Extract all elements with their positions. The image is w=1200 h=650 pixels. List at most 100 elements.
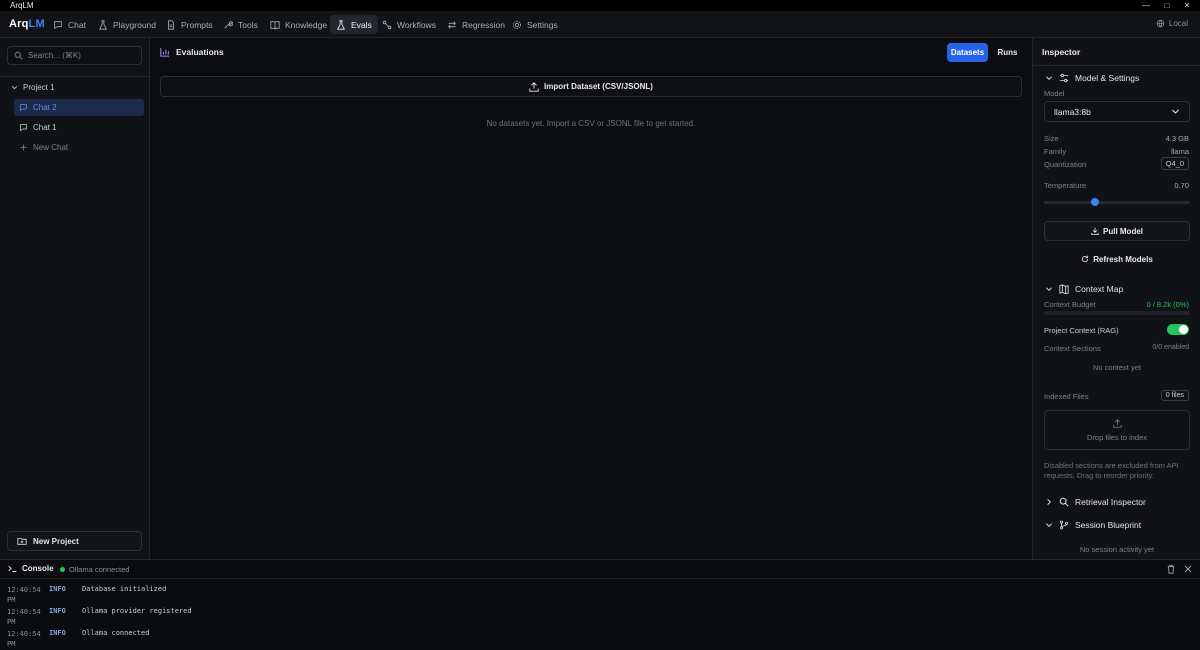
sliders-icon [1059,73,1069,83]
minimize-icon[interactable]: — [1139,0,1153,11]
logo-suffix: LM [28,18,45,30]
chat-item[interactable]: Chat 2 [14,99,144,116]
gear-icon [512,20,522,29]
console-title[interactable]: Console [8,564,54,573]
chevron-down-icon [1046,287,1052,291]
context-budget-value: 0 / 8.2k (0%) [1146,300,1189,309]
nav-prompts-label: Prompts [181,19,213,30]
page-title: Evaluations [160,47,224,57]
inspector-title: Inspector [1042,47,1081,57]
model-select[interactable]: llama3:8b [1044,101,1190,122]
temperature-value: 0.70 [1174,181,1189,190]
console-header: Console Ollama connected [0,560,1200,579]
new-project-button[interactable]: New Project [7,531,142,551]
close-icon[interactable]: ✕ [1180,0,1194,11]
connection-mode[interactable]: Local [1156,19,1188,28]
nav-settings-label: Settings [527,19,558,30]
nav-regression-label: Regression [462,19,505,30]
nav-knowledge[interactable]: Knowledge [264,15,333,34]
chat-item[interactable]: Chat 1 [14,119,144,136]
log-row: 12:40:54 PM INFO Database initialized [0,585,1200,607]
left-sidebar: Search... (⌘K) Project 1 Chat 2 Chat 1 N… [0,38,150,559]
rag-toggle[interactable] [1167,324,1189,335]
wrench-icon [224,20,233,29]
refresh-models-button[interactable]: Refresh Models [1044,249,1190,269]
trash-icon[interactable] [1166,564,1176,574]
no-context-message: No context yet [1093,363,1141,372]
project-item[interactable]: Project 1 [6,79,144,96]
import-dataset-button[interactable]: Import Dataset (CSV/JSONL) [160,76,1022,97]
ollama-status-text: Ollama connected [69,565,130,574]
drop-zone-label: Drop files to index [1086,432,1148,442]
nav-regression[interactable]: Regression [441,15,511,34]
retrieval-inspector-header[interactable]: Retrieval Inspector [1045,497,1146,507]
evaluations-panel: Evaluations Datasets Runs Import Dataset… [151,38,1031,559]
search-placeholder: Search... (⌘K) [28,51,81,60]
context-map-title: Context Map [1075,284,1124,294]
refresh-models-label: Refresh Models [1093,254,1153,264]
upload-icon [529,81,539,92]
nav-prompts[interactable]: Prompts [160,15,219,34]
beaker-icon [336,19,346,30]
app-logo: ArqLM [9,18,45,30]
model-settings-header[interactable]: Model & Settings [1045,73,1139,83]
nav-knowledge-label: Knowledge [285,19,328,30]
bar-chart-icon [160,47,170,57]
download-icon [1091,227,1099,235]
globe-icon [1156,19,1165,28]
nav-evals-label: Evals [351,19,372,30]
tab-runs[interactable]: Runs [993,43,1022,62]
nav-settings[interactable]: Settings [506,15,564,34]
model-label: Model [1044,89,1065,98]
nav-playground-label: Playground [113,19,157,30]
flask-icon [98,19,108,30]
chevron-down-icon [1172,109,1179,114]
new-chat-button[interactable]: New Chat [14,139,144,156]
chat-bubble-icon [20,104,27,112]
git-branch-icon [1060,520,1068,530]
new-project-label: New Project [33,536,79,546]
log-row: 12:40:54 PM INFO Ollama connected [0,629,1200,650]
tab-datasets[interactable]: Datasets [947,43,988,62]
chevron-down-icon [11,86,18,90]
console-title-text: Console [22,564,54,573]
document-icon [168,19,174,30]
inspector-divider [1033,65,1200,66]
log-level: INFO [49,585,66,593]
nav-playground[interactable]: Playground [92,15,162,34]
temperature-label: Temperature [1044,181,1087,190]
pull-model-button[interactable]: Pull Model [1044,221,1190,241]
folder-plus-icon [17,538,27,545]
log-message: Database initialized [82,585,167,593]
context-map-header[interactable]: Context Map [1045,284,1123,294]
plus-icon [20,144,27,151]
file-drop-zone[interactable]: Drop files to index [1044,410,1190,450]
context-sections-label: Context Sections [1044,344,1101,353]
nav-tools[interactable]: Tools [217,15,264,34]
context-help-note: Disabled sections are excluded from API … [1044,461,1179,480]
nav-chat[interactable]: Chat [47,15,92,34]
swap-icon [448,20,456,29]
temperature-slider-thumb[interactable] [1091,198,1100,206]
temperature-slider-track[interactable] [1044,201,1190,204]
console-panel: Console Ollama connected 12:40:54 PM INF… [0,559,1200,650]
rag-label: Project Context (RAG) [1044,326,1119,335]
chat-item-label: Chat 2 [33,103,57,112]
family-label: Family [1044,147,1067,156]
close-icon[interactable] [1183,564,1193,574]
logo-prefix: Arq [9,18,29,30]
chevron-right-icon [1047,499,1051,505]
log-time: 12:40:54 PM [7,630,41,648]
model-settings-title: Model & Settings [1075,73,1140,83]
nav-workflows[interactable]: Workflows [376,15,442,34]
indexed-files-badge: 0 files [1160,390,1189,401]
map-icon [1059,284,1069,294]
nav-evals[interactable]: Evals [330,15,378,34]
workflow-icon [382,20,392,29]
model-select-value: llama3:8b [1054,106,1091,117]
inspector-panel: Inspector Model & Settings Model llama3:… [1032,38,1200,559]
search-icon [14,51,23,60]
session-blueprint-header[interactable]: Session Blueprint [1045,520,1141,530]
maximize-icon[interactable]: □ [1160,0,1174,11]
search-input[interactable]: Search... (⌘K) [7,46,142,65]
